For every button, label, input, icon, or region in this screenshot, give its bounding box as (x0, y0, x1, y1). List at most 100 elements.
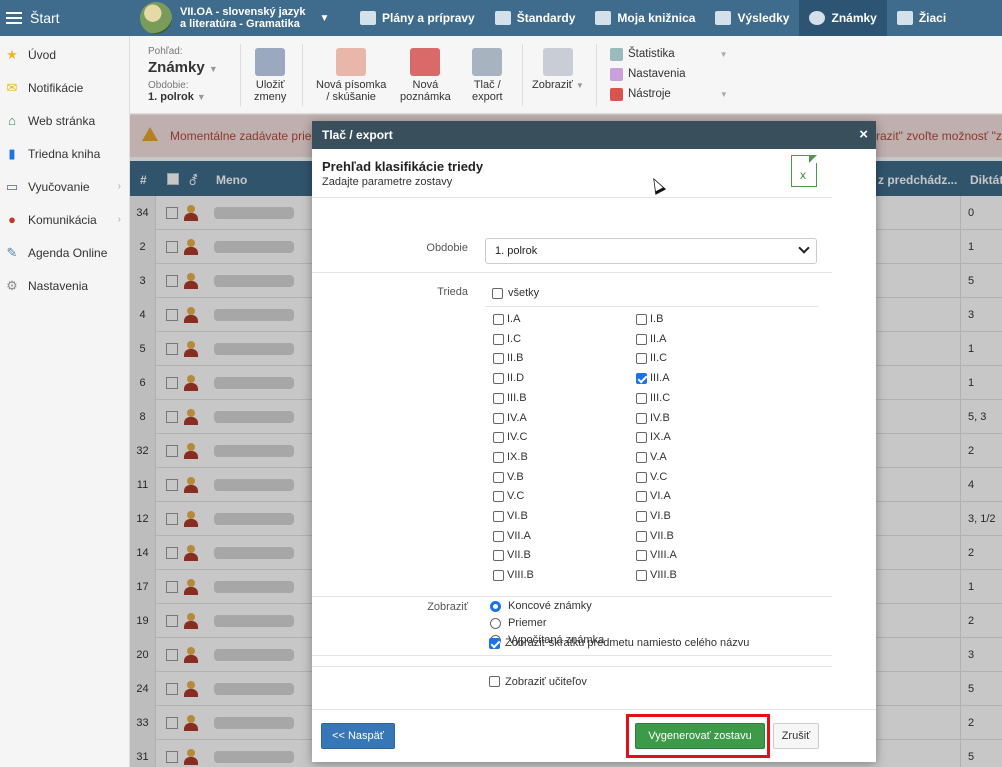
class-checkbox-label[interactable]: V.C (650, 471, 667, 483)
abbrev-checkbox[interactable] (489, 638, 500, 649)
bar-chart-icon (715, 11, 732, 25)
nav-item-2[interactable]: Moja knižnica (585, 0, 705, 36)
abbrev-label[interactable]: Zobraziť skratku predmetu namiesto celéh… (505, 637, 749, 649)
class-checkbox[interactable] (636, 333, 647, 345)
class-checkbox[interactable] (493, 530, 504, 542)
class-checkbox[interactable] (493, 570, 504, 582)
class-all-label[interactable]: všetky (508, 287, 539, 299)
class-checkbox[interactable] (493, 412, 504, 424)
class-checkbox-label[interactable]: II.B (507, 352, 524, 364)
class-checkbox[interactable] (493, 353, 504, 365)
nav-item-1[interactable]: Štandardy (485, 0, 586, 36)
sidebar-item-0[interactable]: ★ Úvod (0, 38, 129, 71)
class-checkbox[interactable] (493, 491, 504, 503)
class-checkbox[interactable] (636, 353, 647, 365)
teachers-label[interactable]: Zobraziť učiteľov (505, 676, 587, 688)
class-checkbox[interactable] (636, 511, 647, 522)
class-checkbox-label[interactable]: I.C (507, 333, 521, 345)
sidebar-item-3[interactable]: ▮ Triedna kniha (0, 137, 129, 170)
class-checkbox-label[interactable]: VIII.B (507, 569, 534, 581)
statistics-menu[interactable]: Štatistika ▼ (610, 44, 728, 64)
class-checkbox-label[interactable]: IX.B (507, 451, 528, 463)
class-checkbox-label[interactable]: IV.B (650, 412, 670, 424)
teachers-checkbox[interactable] (489, 676, 500, 687)
class-checkbox-label[interactable]: VI.A (650, 490, 671, 502)
class-checkbox[interactable] (636, 471, 647, 483)
nav-item-4[interactable]: Známky (799, 0, 887, 36)
back-button[interactable]: << Naspäť (321, 723, 395, 749)
show-option-label[interactable]: Koncové známky (508, 600, 592, 612)
class-checkbox-label[interactable]: VII.B (507, 549, 531, 561)
sidebar-item-7[interactable]: ⚙ Nastavenia (0, 269, 129, 302)
show-option-radio[interactable] (490, 601, 501, 612)
class-checkbox-label[interactable]: V.A (650, 451, 667, 463)
show-button[interactable]: Zobraziť ▼ (532, 48, 584, 92)
class-checkbox[interactable] (636, 373, 647, 385)
sidebar-item-6[interactable]: ✎ Agenda Online (0, 236, 129, 269)
class-checkbox-label[interactable]: VIII.A (650, 549, 677, 561)
class-checkbox[interactable] (493, 392, 504, 404)
tools-menu[interactable]: Nástroje ▼ (610, 84, 728, 104)
class-checkbox[interactable] (493, 550, 504, 562)
class-checkbox[interactable] (636, 491, 647, 503)
class-checkbox-label[interactable]: VIII.B (650, 569, 677, 581)
view-selector[interactable]: Pohľad: Známky ▼ Obdobie: 1. polrok ▼ (148, 46, 218, 103)
class-checkbox-label[interactable]: III.A (650, 372, 670, 384)
class-checkbox[interactable] (493, 333, 504, 345)
nav-item-5[interactable]: Žiaci (887, 0, 956, 36)
class-checkbox[interactable] (493, 373, 504, 385)
close-icon[interactable]: × (859, 126, 868, 143)
class-checkbox-label[interactable]: I.A (507, 313, 520, 325)
settings-menu[interactable]: Nastavenia (610, 64, 728, 84)
sidebar-item-4[interactable]: ▭ Vyučovanie › (0, 170, 129, 203)
save-changes-button[interactable]: Uložiť zmeny (254, 48, 286, 103)
sidebar-item-2[interactable]: ⌂ Web stránka (0, 104, 129, 137)
class-checkbox-label[interactable]: III.B (507, 392, 527, 404)
nav-item-0[interactable]: Plány a prípravy (350, 0, 485, 36)
library-icon (595, 11, 612, 25)
class-checkbox[interactable] (636, 550, 647, 562)
sidebar-item-1[interactable]: ✉ Notifikácie (0, 71, 129, 104)
class-checkbox-label[interactable]: IV.C (507, 431, 527, 443)
class-checkbox[interactable] (636, 530, 647, 542)
class-checkbox[interactable] (636, 412, 647, 424)
class-checkbox-label[interactable]: IV.A (507, 412, 527, 424)
class-checkbox[interactable] (636, 432, 647, 444)
class-checkbox-label[interactable]: VII.A (507, 530, 531, 542)
class-checkbox[interactable] (636, 392, 647, 404)
class-checkbox-label[interactable]: I.B (650, 313, 663, 325)
subject-selector[interactable]: VII.OA - slovenský jazyk a literatúra - … (140, 2, 329, 34)
new-note-button[interactable]: Nová poznámka (400, 48, 451, 103)
class-checkbox-label[interactable]: V.B (507, 471, 524, 483)
class-checkbox-label[interactable]: II.C (650, 352, 667, 364)
class-checkbox[interactable] (493, 471, 504, 483)
sidebar-item-5[interactable]: ● Komunikácia › (0, 203, 129, 236)
cancel-button[interactable]: Zrušiť (773, 723, 819, 749)
sidebar-item-label: Triedna kniha (28, 146, 101, 161)
class-checkbox[interactable] (493, 432, 504, 444)
class-checkbox-label[interactable]: III.C (650, 392, 670, 404)
class-checkbox-label[interactable]: II.A (650, 333, 667, 345)
class-checkbox-label[interactable]: VI.B (650, 510, 671, 522)
class-checkbox-label[interactable]: IX.A (650, 431, 671, 443)
nav-item-3[interactable]: Výsledky (705, 0, 799, 36)
period-select[interactable]: 1. polrok (485, 238, 817, 264)
class-checkbox-label[interactable]: VII.B (650, 530, 674, 542)
class-checkbox-label[interactable]: VI.B (507, 510, 528, 522)
new-test-button[interactable]: Nová písomka / skúšanie (316, 48, 386, 103)
class-checkbox-label[interactable]: V.C (507, 490, 524, 502)
show-option-radio[interactable] (490, 618, 501, 629)
class-all-checkbox[interactable] (492, 288, 503, 299)
class-checkbox[interactable] (493, 511, 504, 522)
print-export-button[interactable]: Tlač / export (472, 48, 503, 103)
class-checkbox[interactable] (636, 314, 647, 325)
generate-report-button[interactable]: Vygenerovať zostavu (635, 723, 765, 749)
period-value[interactable]: 1. polrok ▼ (148, 91, 218, 103)
class-checkbox[interactable] (636, 570, 647, 582)
class-checkbox[interactable] (493, 451, 504, 463)
class-checkbox[interactable] (636, 451, 647, 463)
start-menu-button[interactable]: Štart (0, 0, 130, 36)
show-option-label[interactable]: Priemer (508, 617, 547, 629)
class-checkbox[interactable] (493, 314, 504, 325)
class-checkbox-label[interactable]: II.D (507, 372, 524, 384)
